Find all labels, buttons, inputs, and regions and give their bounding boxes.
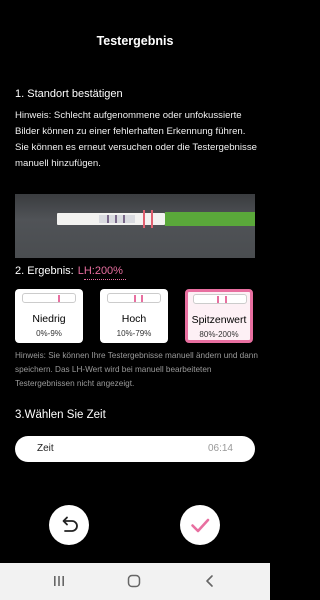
- test-line-mark: [217, 296, 219, 303]
- system-nav-bar: [0, 563, 270, 600]
- back-nav-icon[interactable]: [203, 574, 217, 588]
- strip-window: [99, 215, 135, 223]
- edit-note: Hinweis: Sie können Ihre Testergebnisse …: [15, 351, 258, 388]
- strip-test-line: [143, 210, 145, 228]
- step2-label: 2. Ergebnis:: [15, 265, 74, 277]
- test-line-mark: [134, 295, 136, 302]
- checkmark-icon: [191, 518, 210, 533]
- strip-window-line: [123, 215, 125, 223]
- back-button[interactable]: [49, 505, 89, 545]
- option-card-spitzenwert[interactable]: Spitzenwert 80%-200%: [185, 289, 253, 343]
- strip-indicator: [107, 293, 161, 303]
- test-strip-photo: [15, 194, 255, 258]
- strip-handle: [165, 212, 255, 226]
- recent-apps-icon[interactable]: [52, 574, 66, 588]
- option-card-niedrig[interactable]: Niedrig 0%-9%: [15, 289, 83, 343]
- time-value: 06:14: [207, 443, 233, 454]
- lh-result: LH:200%: [77, 265, 123, 277]
- step1-heading: 1. Standort bestätigen: [15, 88, 123, 100]
- control-line-mark: [58, 295, 60, 302]
- option-card-hoch[interactable]: Hoch 10%-79%: [100, 289, 168, 343]
- time-label: Zeit: [37, 443, 54, 454]
- option-label: Hoch: [121, 313, 147, 325]
- option-label: Spitzenwert: [191, 314, 247, 326]
- strip-indicator: [193, 294, 247, 304]
- option-range: 0%-9%: [36, 329, 62, 338]
- control-line-mark: [141, 295, 143, 302]
- time-picker[interactable]: Zeit 06:14: [15, 436, 255, 462]
- control-line-mark: [225, 296, 227, 303]
- strip-indicator: [22, 293, 76, 303]
- step1-hint: Hinweis: Schlecht aufgenommene oder unfo…: [15, 110, 257, 169]
- strip-window-line: [115, 215, 117, 223]
- home-icon[interactable]: [127, 574, 141, 588]
- page-title: Testergebnis: [96, 34, 174, 48]
- undo-arrow-icon: [62, 516, 78, 532]
- option-range: 10%-79%: [116, 329, 152, 338]
- strip-control-line: [151, 210, 153, 228]
- option-label: Niedrig: [32, 313, 66, 325]
- step3-heading: 3.Wählen Sie Zeit: [15, 409, 106, 421]
- step2-heading: 2. Ergebnis: LH:200%: [15, 265, 123, 277]
- strip-window-line: [107, 215, 109, 223]
- lh-result-underline: [84, 279, 126, 280]
- option-range: 80%-200%: [199, 330, 239, 339]
- confirm-button[interactable]: [180, 505, 220, 545]
